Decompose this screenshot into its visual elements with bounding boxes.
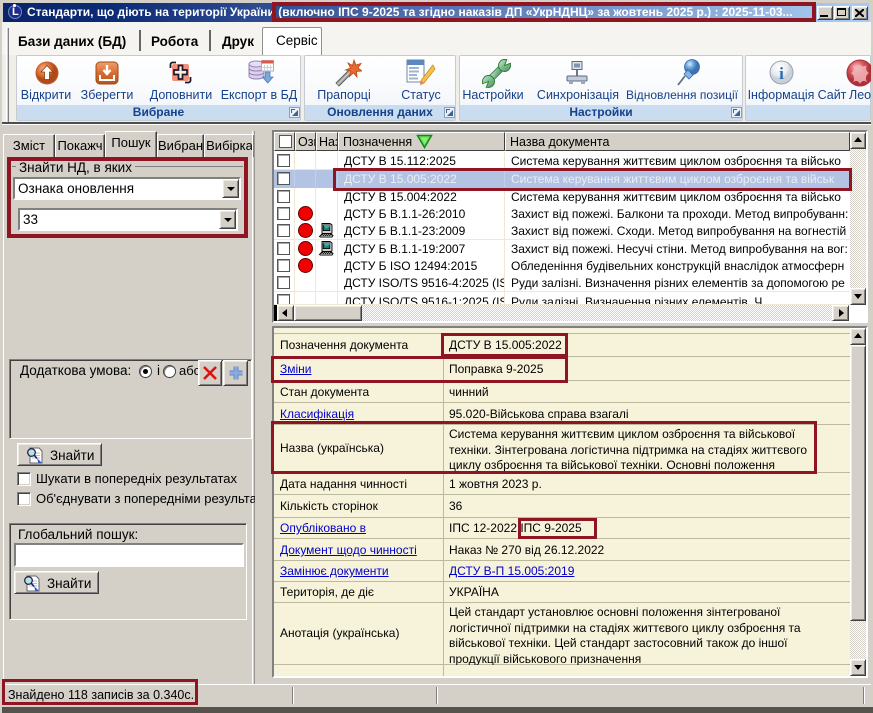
svg-text:i: i — [779, 64, 784, 83]
